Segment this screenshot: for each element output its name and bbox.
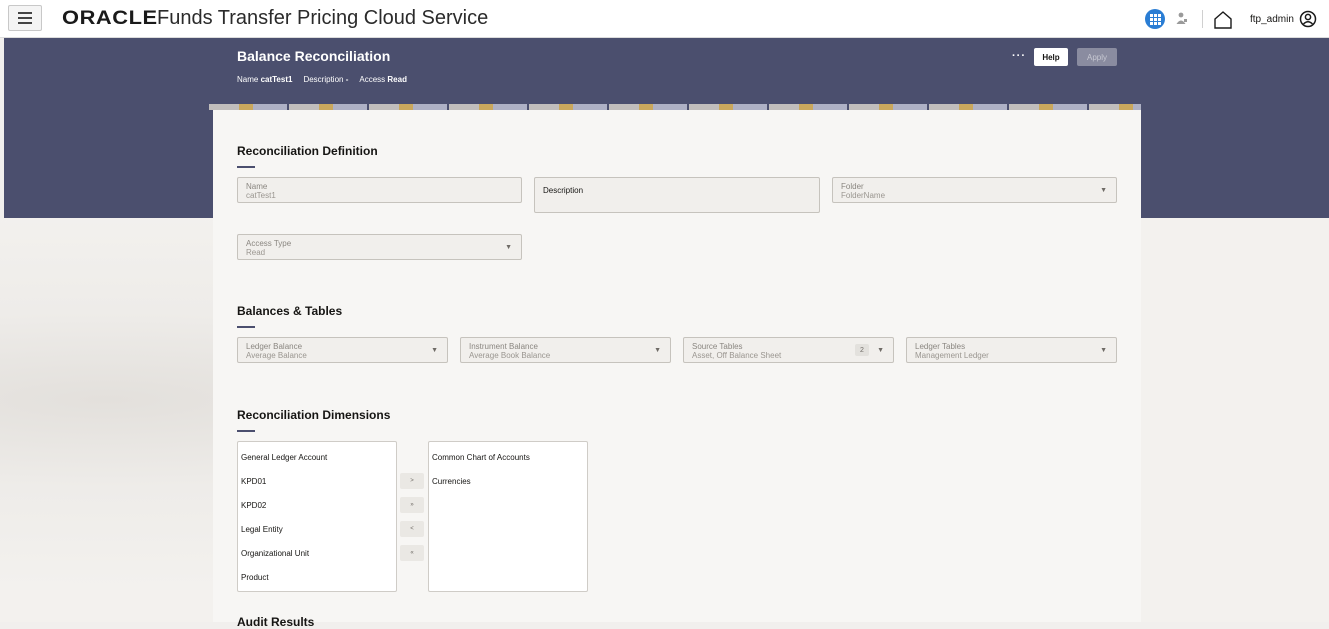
instrument-balance-select[interactable]: Instrument Balance Average Book Balance … [460,337,671,363]
ledger-balance-value: Average Balance [246,351,307,360]
form-panel: Reconciliation Definition Name catTest1 … [213,110,1141,629]
meta-name: Name catTest1 [237,75,293,84]
description-field[interactable]: Description [534,177,820,213]
source-tables-value: Asset, Off Balance Sheet [692,351,782,360]
list-item[interactable]: Organizational Unit [241,549,309,558]
section-heading-dimensions: Reconciliation Dimensions [237,408,391,422]
list-item[interactable]: KPD01 [241,477,266,486]
access-type-value: Read [246,248,266,257]
chevron-down-icon: ▼ [654,347,661,354]
page-title: Balance Reconciliation [237,48,391,64]
selection-count-badge: 2 [855,344,869,356]
person-icon[interactable] [1175,11,1189,25]
ledger-tables-value: Management Ledger [915,351,989,360]
name-field-label: Name [246,182,268,191]
app-title: Funds Transfer Pricing Cloud Service [157,7,489,29]
folder-select-label: Folder [841,182,864,191]
list-item[interactable]: Common Chart of Accounts [432,453,530,462]
ledger-balance-select[interactable]: Ledger Balance Average Balance ▼ [237,337,448,363]
apps-grid-icon[interactable] [1145,9,1165,29]
chevron-down-icon: ▼ [505,244,512,251]
description-field-label: Description [543,186,584,195]
chevron-down-icon: ▼ [431,347,438,354]
ledger-tables-label: Ledger Tables [915,342,966,351]
access-type-select[interactable]: Access Type Read ▼ [237,234,522,260]
top-bar: ORACLE Funds Transfer Pricing Cloud Serv… [0,0,1329,38]
meta-access: Access Read [359,75,407,84]
source-tables-label: Source Tables [692,342,743,351]
chevron-down-icon: ▼ [1100,347,1107,354]
help-button[interactable]: Help [1034,48,1068,66]
user-avatar-icon[interactable] [1299,10,1317,28]
section-heading-audit: Audit Results [237,615,315,629]
home-icon[interactable] [1213,10,1233,30]
source-tables-select[interactable]: Source Tables Asset, Off Balance Sheet 2… [683,337,894,363]
list-item[interactable]: KPD02 [241,501,266,510]
username[interactable]: ftp_admin [1250,14,1294,25]
chevron-down-icon: ▼ [877,347,884,354]
move-all-left-button[interactable]: « [400,545,424,561]
move-right-button[interactable]: > [400,473,424,489]
page-meta: Name catTest1 Description - Access Read [237,75,407,84]
list-item[interactable]: Product [241,573,269,582]
selected-dimensions-list[interactable]: Common Chart of Accounts Currencies [428,441,588,592]
section-heading-balances: Balances & Tables [237,304,343,318]
move-all-right-button[interactable]: » [400,497,424,513]
name-field[interactable]: Name catTest1 [237,177,522,203]
ledger-balance-label: Ledger Balance [246,342,303,351]
access-type-label: Access Type [246,239,292,248]
list-item[interactable]: General Ledger Account [241,453,327,462]
name-field-value: catTest1 [246,191,276,200]
folder-select[interactable]: Folder FolderName ▼ [832,177,1117,203]
apply-button[interactable]: Apply [1077,48,1117,66]
folder-select-value: FolderName [841,191,886,200]
section-underline [237,430,255,432]
instrument-balance-value: Average Book Balance [469,351,551,360]
list-item[interactable]: Currencies [432,477,471,486]
available-dimensions-list[interactable]: General Ledger Account KPD01 KPD02 Legal… [237,441,397,592]
hamburger-menu-button[interactable] [8,5,42,31]
oracle-logo: ORACLE [62,8,158,29]
header-divider [1202,10,1203,28]
ledger-tables-select[interactable]: Ledger Tables Management Ledger ▼ [906,337,1117,363]
more-actions-button[interactable]: ··· [1012,50,1026,62]
section-heading-definition: Reconciliation Definition [237,144,378,158]
section-underline [237,326,255,328]
chevron-down-icon: ▼ [1100,187,1107,194]
meta-description: Description - [303,75,349,84]
section-underline [237,166,255,168]
list-item[interactable]: Legal Entity [241,525,283,534]
move-left-button[interactable]: < [400,521,424,537]
instrument-balance-label: Instrument Balance [469,342,538,351]
